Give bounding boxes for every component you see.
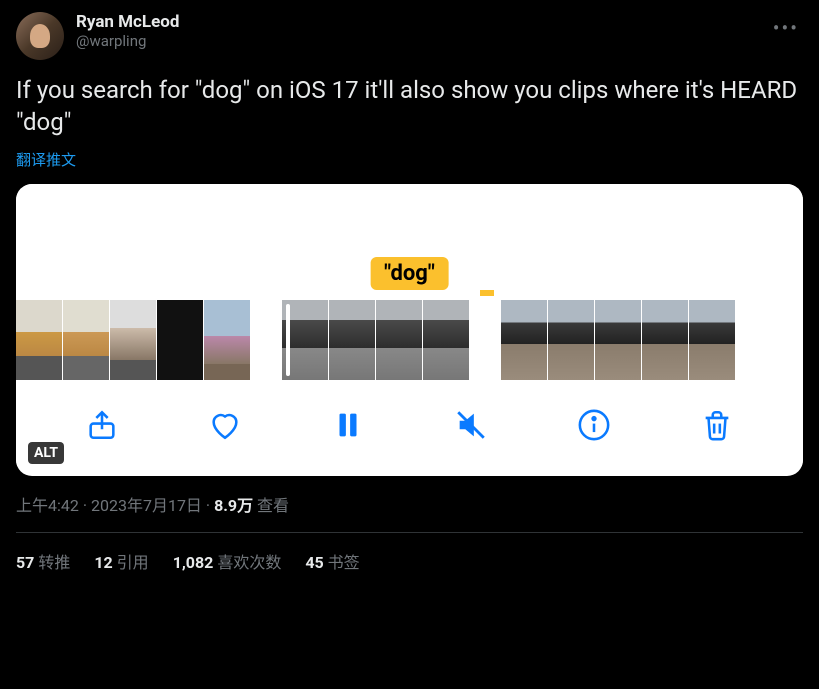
share-icon[interactable] bbox=[83, 406, 121, 444]
tweet-text: If you search for "dog" on iOS 17 it'll … bbox=[16, 74, 803, 139]
more-icon[interactable]: ••• bbox=[769, 12, 803, 44]
handle: @warpling bbox=[76, 32, 757, 50]
timeline-frame bbox=[204, 300, 250, 380]
media-header-whitespace: "dog" bbox=[16, 184, 803, 290]
timeline-frame bbox=[689, 300, 735, 380]
timeline-frame bbox=[642, 300, 688, 380]
clip-group[interactable] bbox=[16, 300, 250, 380]
timeline-frame bbox=[501, 300, 547, 380]
timeline-frame bbox=[376, 300, 422, 380]
views-label: 查看 bbox=[253, 496, 289, 515]
timeline-frame bbox=[157, 300, 203, 380]
timeline-frame bbox=[595, 300, 641, 380]
mute-icon[interactable] bbox=[452, 406, 490, 444]
timeline-frame bbox=[63, 300, 109, 380]
timeline-frame bbox=[548, 300, 594, 380]
clip-group[interactable] bbox=[282, 300, 469, 380]
pause-icon[interactable] bbox=[329, 406, 367, 444]
timeline-frame bbox=[110, 300, 156, 380]
alt-badge[interactable]: ALT bbox=[28, 442, 64, 464]
stats-row: 57 转推 12 引用 1,082 喜欢次数 45 书签 bbox=[16, 533, 803, 573]
timeline-frame bbox=[329, 300, 375, 380]
timeline-frame bbox=[16, 300, 62, 380]
quotes-stat[interactable]: 12 引用 bbox=[94, 549, 148, 573]
translate-link[interactable]: 翻译推文 bbox=[16, 149, 803, 170]
avatar[interactable] bbox=[16, 12, 64, 60]
heart-icon[interactable] bbox=[206, 406, 244, 444]
media-toolbar bbox=[16, 386, 803, 466]
info-icon[interactable] bbox=[575, 406, 613, 444]
likes-stat[interactable]: 1,082 喜欢次数 bbox=[173, 549, 282, 573]
tweet-meta: 上午4:42 · 2023年7月17日 · 8.9万 查看 bbox=[16, 492, 803, 516]
bookmarks-stat[interactable]: 45 书签 bbox=[305, 549, 359, 573]
playhead-marker bbox=[480, 290, 494, 296]
tweet-date[interactable]: 2023年7月17日 bbox=[91, 496, 202, 515]
tweet-header: Ryan McLeod @warpling ••• bbox=[16, 12, 803, 60]
timeline-frame bbox=[282, 300, 328, 380]
views-count: 8.9万 bbox=[214, 496, 253, 515]
tweet-container: Ryan McLeod @warpling ••• If you search … bbox=[0, 0, 819, 585]
timeline-frame bbox=[423, 300, 469, 380]
author-block[interactable]: Ryan McLeod @warpling bbox=[76, 12, 757, 50]
display-name: Ryan McLeod bbox=[76, 12, 757, 32]
clip-group[interactable] bbox=[501, 300, 735, 380]
tweet-time[interactable]: 上午4:42 bbox=[16, 496, 79, 515]
media-card[interactable]: "dog" bbox=[16, 184, 803, 476]
search-term-badge: "dog" bbox=[370, 257, 449, 290]
retweets-stat[interactable]: 57 转推 bbox=[16, 549, 70, 573]
video-timeline[interactable] bbox=[16, 290, 803, 386]
trash-icon[interactable] bbox=[698, 406, 736, 444]
